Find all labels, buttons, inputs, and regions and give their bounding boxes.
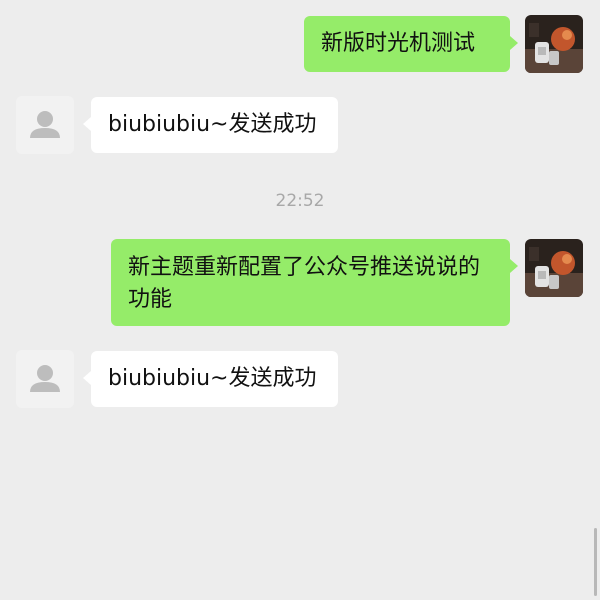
outgoing-message-bubble[interactable]: 新主题重新配置了公众号推送说说的功能 <box>111 239 518 326</box>
scrollbar[interactable] <box>594 528 597 596</box>
default-user-avatar-icon[interactable] <box>16 350 74 408</box>
timestamp: 22:52 <box>275 191 325 211</box>
photo-avatar-icon[interactable] <box>525 15 583 73</box>
message-text: 新主题重新配置了公众号推送说说的功能 <box>128 255 481 312</box>
message-text: biubiubiu~发送成功 <box>108 366 317 391</box>
default-user-avatar-icon[interactable] <box>16 96 74 154</box>
photo-avatar-icon[interactable] <box>525 239 583 297</box>
message-text: biubiubiu~发送成功 <box>108 112 317 137</box>
incoming-message-bubble[interactable]: biubiubiu~发送成功 <box>83 351 338 407</box>
incoming-message-bubble[interactable]: biubiubiu~发送成功 <box>83 97 338 153</box>
message-text: 新版时光机测试 <box>321 31 476 56</box>
outgoing-message-bubble[interactable]: 新版时光机测试 <box>304 16 518 72</box>
